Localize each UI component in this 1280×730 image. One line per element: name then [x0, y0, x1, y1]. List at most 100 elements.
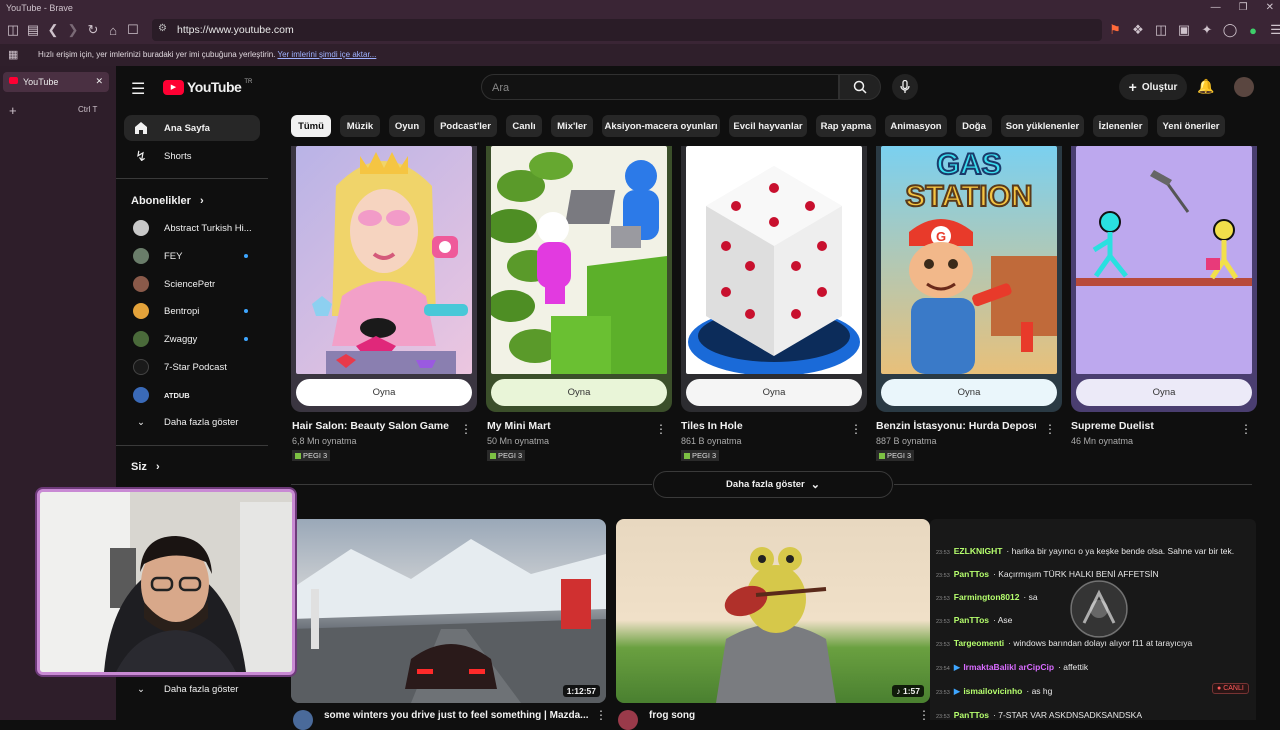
menu-icon[interactable]: ☰	[1266, 20, 1280, 40]
sidebar-item-shorts[interactable]: ↯ Shorts	[124, 143, 260, 169]
game-title[interactable]: Tiles In Hole	[681, 420, 841, 432]
you-heading[interactable]: Siz ›	[131, 461, 160, 473]
profile-icon[interactable]: ●	[1243, 20, 1263, 40]
chip-watched[interactable]: İzlenenler	[1093, 115, 1148, 137]
chip-recently-uploaded[interactable]: Son yüklenenler	[1001, 115, 1084, 137]
game-card[interactable]: Oyna	[486, 146, 672, 412]
hamburger-menu-icon[interactable]: ☰	[131, 79, 145, 99]
video-title[interactable]: some winters you drive just to feel some…	[324, 710, 589, 721]
notifications-bell-icon[interactable]: 🔔	[1197, 78, 1214, 95]
more-actions-icon[interactable]: ⋮	[460, 422, 472, 436]
new-tab-icon[interactable]: +	[9, 103, 17, 118]
apps-icon[interactable]: ▦	[8, 48, 18, 61]
channel-avatar	[133, 248, 149, 264]
brave-shields-icon[interactable]: ⚑	[1105, 20, 1125, 40]
game-title[interactable]: My Mini Mart	[487, 420, 647, 432]
close-icon[interactable]: ✕	[1266, 2, 1274, 13]
video-thumbnail[interactable]: 1:12:57	[291, 519, 606, 703]
game-title[interactable]: Benzin İstasyonu: Hurda Deposu...	[876, 420, 1036, 432]
account-avatar[interactable]	[1234, 77, 1254, 97]
leo-icon[interactable]: ✦	[1197, 20, 1217, 40]
site-info-icon[interactable]: ⚙	[158, 23, 167, 34]
new-content-dot	[244, 337, 248, 341]
show-more-label: Daha fazla göster	[164, 683, 239, 695]
video-title[interactable]: frog song	[649, 710, 695, 721]
youtube-logo[interactable]: ▶ YouTube TR	[163, 79, 252, 95]
game-card[interactable]: GAS STATION G Oyna	[876, 146, 1062, 412]
subscriptions-heading[interactable]: Abonelikler ›	[131, 195, 204, 207]
reload-icon[interactable]: ↻	[83, 20, 103, 40]
sidebar-item-home[interactable]: Ana Sayfa	[124, 115, 260, 141]
more-actions-icon[interactable]: ⋮	[655, 422, 667, 436]
more-actions-icon[interactable]: ⋮	[1240, 422, 1252, 436]
address-bar[interactable]: ⚙ https://www.youtube.com	[152, 19, 1102, 41]
show-more-games-button[interactable]: Daha fazla göster ⌄	[653, 471, 893, 498]
chip-nature[interactable]: Doğa	[956, 115, 992, 137]
sidebar-channel-3[interactable]: Bentropi	[124, 298, 260, 324]
tab-youtube[interactable]: YouTube ✕	[3, 72, 109, 92]
chevron-down-icon: ⌄	[137, 416, 145, 428]
import-bookmarks-link[interactable]: Yer imlerini şimdi içe aktar...	[277, 50, 376, 59]
chip-all[interactable]: Tümü	[291, 115, 331, 137]
chip-podcasts[interactable]: Podcast'ler	[434, 115, 497, 137]
sidebar-channel-1[interactable]: FEY	[124, 243, 260, 269]
chip-rap[interactable]: Rap yapma	[816, 115, 876, 137]
game-title[interactable]: Supreme Duelist	[1071, 420, 1231, 432]
restore-icon[interactable]: ❐	[1239, 2, 1248, 13]
chip-new-to-you[interactable]: Yeni öneriler	[1157, 115, 1225, 137]
chat-message: 23:53 EZLKNIGHT · harika bir yayıncı o ya …	[936, 546, 1235, 556]
sidebar-show-more[interactable]: ⌄ Daha fazla göster	[124, 409, 260, 435]
back-icon[interactable]: ❮	[43, 20, 63, 40]
channel-avatar[interactable]	[293, 710, 313, 730]
chip-mixes[interactable]: Mix'ler	[551, 115, 593, 137]
video-thumbnail[interactable]: ♪ 1:57	[616, 519, 930, 703]
more-actions-icon[interactable]: ⋮	[1044, 422, 1056, 436]
game-title[interactable]: Hair Salon: Beauty Salon Game	[292, 420, 452, 432]
sidebar-channel-6[interactable]: ATDUB	[124, 382, 260, 408]
game-card[interactable]: Oyna	[1071, 146, 1257, 412]
bookmark-icon[interactable]: ☐	[123, 20, 143, 40]
minimize-icon[interactable]: —	[1211, 2, 1221, 13]
game-card[interactable]: Oyna	[681, 146, 867, 412]
wallet-icon[interactable]: ▣	[1174, 20, 1194, 40]
game-art-text: GAS	[936, 148, 1001, 181]
sidebar-channel-0[interactable]: Abstract Turkish Hi...	[124, 215, 260, 241]
vpn-icon[interactable]: ◯	[1220, 20, 1240, 40]
play-game-button[interactable]: Oyna	[686, 379, 862, 406]
chip-action-adventure[interactable]: Aksiyon-macera oyunları	[602, 115, 720, 137]
sidebar-channel-2[interactable]: SciencePetr	[124, 271, 260, 297]
chip-animation[interactable]: Animasyon	[885, 115, 947, 137]
tab-close-icon[interactable]: ✕	[95, 76, 103, 87]
play-game-button[interactable]: Oyna	[1076, 379, 1252, 406]
sidebar-channel-4[interactable]: Zwaggy	[124, 326, 260, 352]
search-button[interactable]	[839, 74, 881, 100]
channel-name: Abstract Turkish Hi...	[164, 222, 252, 234]
age-rating-badge: PEGI 3	[876, 450, 915, 461]
chip-pets[interactable]: Evcil hayvanlar	[729, 115, 807, 137]
sidebar-show-more-2[interactable]: ⌄ Daha fazla göster	[124, 676, 260, 702]
chip-gaming[interactable]: Oyun	[389, 115, 425, 137]
create-button[interactable]: + Oluştur	[1119, 74, 1187, 100]
sidebar-toggle-icon[interactable]: ◫	[3, 20, 23, 40]
home-icon[interactable]: ⌂	[103, 20, 123, 40]
sidebar-channel-5[interactable]: 7-Star Podcast	[124, 354, 260, 380]
channel-avatar[interactable]	[618, 710, 638, 730]
voice-search-button[interactable]	[892, 74, 918, 100]
play-game-button[interactable]: Oyna	[296, 379, 472, 406]
more-actions-icon[interactable]: ⋮	[850, 422, 862, 436]
search-input[interactable]: Ara	[481, 74, 839, 100]
play-game-button[interactable]: Oyna	[491, 379, 667, 406]
game-thumbnail	[686, 146, 862, 374]
sidebar-panel-icon[interactable]: ◫	[1151, 20, 1171, 40]
sidebar-item-label: Shorts	[164, 150, 192, 162]
chip-live[interactable]: Canlı	[506, 115, 542, 137]
play-game-button[interactable]: Oyna	[881, 379, 1057, 406]
forward-icon[interactable]: ❯	[63, 20, 83, 40]
chat-message: 23:54 ▶ IrmaktaBalikl arCipCip · affettik	[936, 662, 1089, 672]
logo-region: TR	[244, 79, 253, 85]
game-card[interactable]: Oyna	[291, 146, 477, 412]
channel-avatar	[133, 220, 149, 236]
tab-list-icon[interactable]: ▤	[23, 20, 43, 40]
extensions-icon[interactable]: ❖	[1128, 20, 1148, 40]
chip-music[interactable]: Müzik	[340, 115, 380, 137]
